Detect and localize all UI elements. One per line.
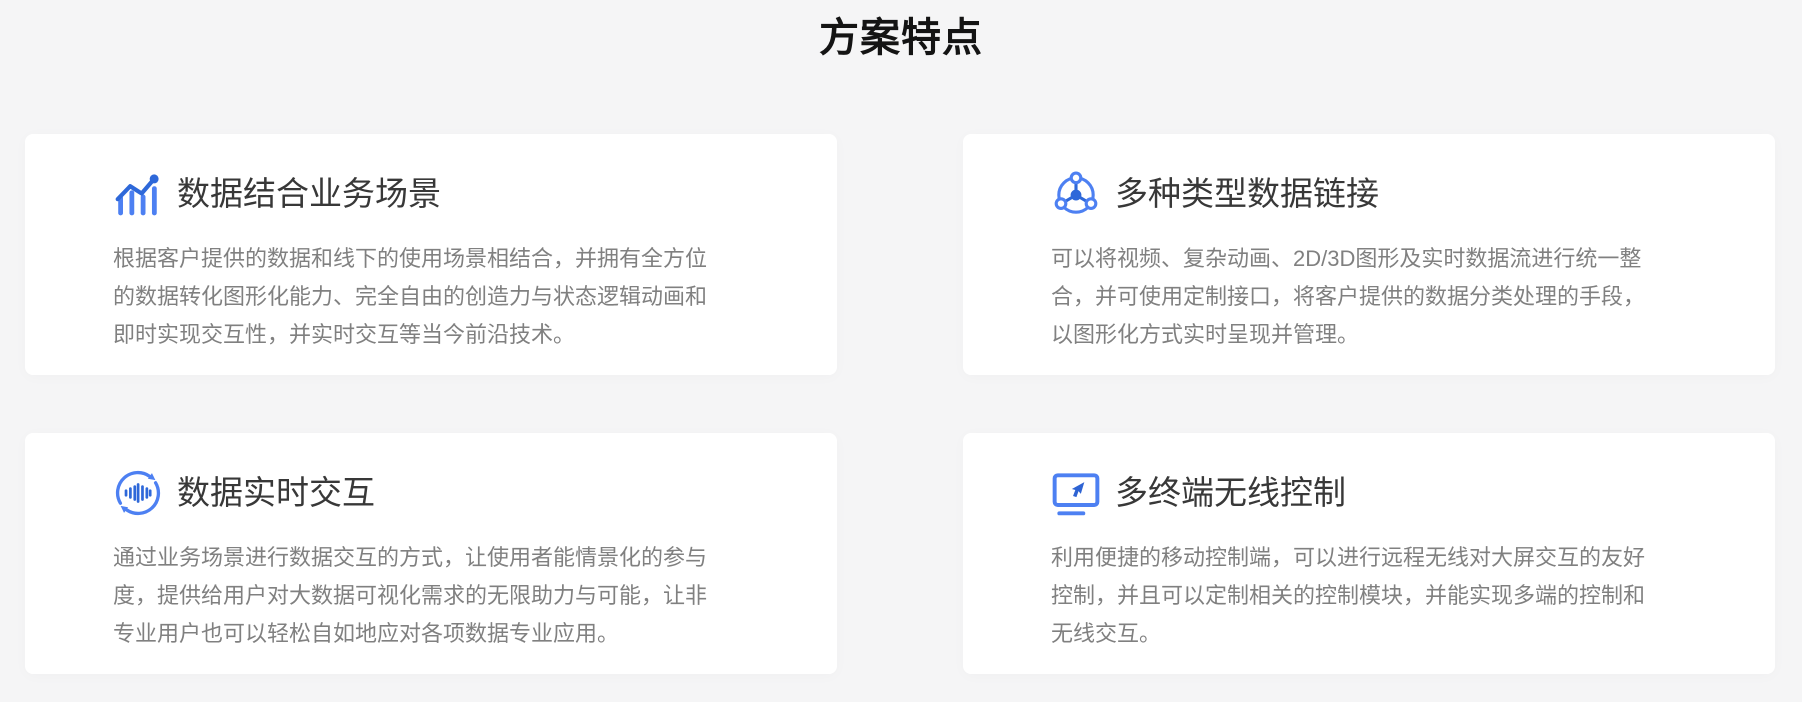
card-title: 多终端无线控制 (1115, 473, 1346, 513)
card-title: 数据实时交互 (177, 473, 375, 513)
card-header: 数据实时交互 (113, 467, 797, 519)
card-body: 根据客户提供的数据和线下的使用场景相结合，并拥有全方位 的数据转化图形化能力、完… (113, 240, 797, 354)
feature-card-multi-terminal: 多终端无线控制 利用便捷的移动控制端，可以进行远程无线对大屏交互的友好 控制，并… (963, 433, 1775, 674)
card-title: 数据结合业务场景 (177, 174, 441, 214)
card-header: 多种类型数据链接 (1051, 168, 1735, 220)
data-link-icon (1051, 169, 1101, 219)
bar-chart-icon (113, 169, 163, 219)
card-body: 利用便捷的移动控制端，可以进行远程无线对大屏交互的友好 控制，并且可以定制相关的… (1051, 539, 1735, 653)
card-body: 可以将视频、复杂动画、2D/3D图形及实时数据流进行统一整 合，并可使用定制接口… (1051, 240, 1735, 354)
multi-terminal-icon (1051, 468, 1101, 518)
feature-card-data-link: 多种类型数据链接 可以将视频、复杂动画、2D/3D图形及实时数据流进行统一整 合… (963, 134, 1775, 375)
feature-card-data-business: 数据结合业务场景 根据客户提供的数据和线下的使用场景相结合，并拥有全方位 的数据… (25, 134, 837, 375)
feature-grid: 数据结合业务场景 根据客户提供的数据和线下的使用场景相结合，并拥有全方位 的数据… (25, 134, 1775, 674)
card-header: 多终端无线控制 (1051, 467, 1735, 519)
card-title: 多种类型数据链接 (1115, 174, 1379, 214)
feature-card-realtime-interaction: 数据实时交互 通过业务场景进行数据交互的方式，让使用者能情景化的参与 度，提供给… (25, 433, 837, 674)
card-body: 通过业务场景进行数据交互的方式，让使用者能情景化的参与 度，提供给用户对大数据可… (113, 539, 797, 653)
card-header: 数据结合业务场景 (113, 168, 797, 220)
realtime-interaction-icon (113, 468, 163, 518)
page-title: 方案特点 (0, 0, 1802, 62)
